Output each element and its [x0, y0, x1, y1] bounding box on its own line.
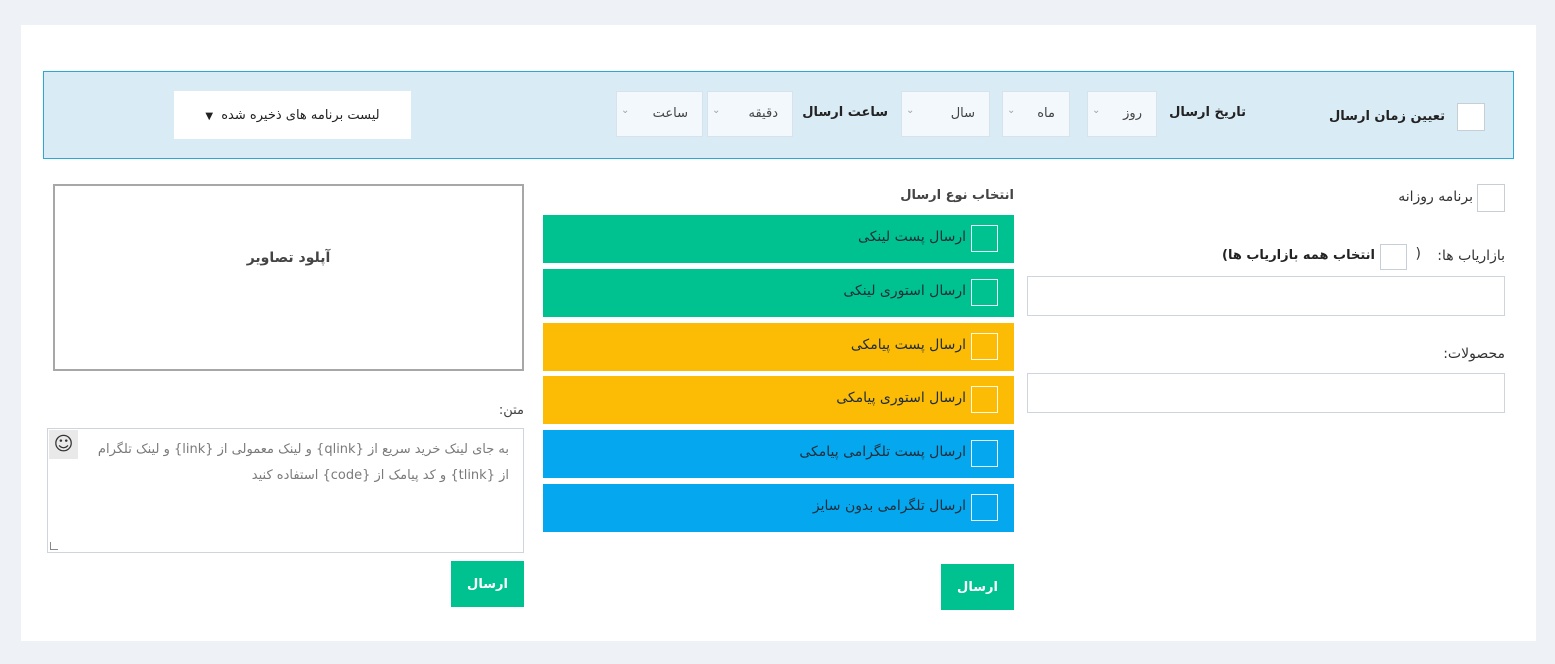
chevron-down-icon: ⌄	[906, 105, 915, 116]
select-all-marketers-label: انتخاب همه بازاریاب ها)	[1222, 248, 1375, 263]
month-select[interactable]: ماه ⌄	[1002, 91, 1070, 137]
send-type-heading: انتخاب نوع ارسال	[900, 188, 1014, 203]
daily-program-checkbox[interactable]	[1477, 184, 1505, 212]
send-button-middle[interactable]: ارسال	[941, 564, 1014, 610]
text-label: متن:	[498, 403, 524, 418]
schedule-toggle-label: تعیین زمان ارسال	[1329, 109, 1445, 124]
option-checkbox[interactable]	[971, 440, 998, 467]
month-select-value: ماه	[1037, 106, 1055, 121]
send-type-option[interactable]: ارسال پست پیامکی	[543, 323, 1014, 371]
send-type-option[interactable]: ارسال استوری لینکی	[543, 269, 1014, 317]
upload-images-label: آپلود تصاویر	[246, 250, 331, 266]
caret-down-icon: ▼	[205, 110, 214, 122]
minute-select-value: دقیقه	[748, 106, 778, 121]
upload-images-dropzone[interactable]: آپلود تصاویر	[53, 184, 524, 371]
option-checkbox[interactable]	[971, 225, 998, 252]
select-all-marketers-checkbox[interactable]	[1380, 244, 1407, 270]
year-select-value: سال	[950, 106, 975, 121]
year-select[interactable]: سال ⌄	[901, 91, 990, 137]
day-select[interactable]: روز ⌄	[1087, 91, 1157, 137]
send-type-option[interactable]: ارسال استوری پیامکی	[543, 376, 1014, 424]
marketers-label: بازاریاب ها:	[1437, 248, 1505, 264]
schedule-toggle-checkbox[interactable]	[1457, 103, 1485, 131]
resize-handle[interactable]	[50, 542, 58, 550]
select-all-paren-open: (	[1415, 246, 1421, 262]
saved-schedules-label: لیست برنامه های ذخیره شده	[221, 107, 380, 123]
option-label: ارسال استوری پیامکی	[836, 390, 966, 406]
day-select-value: روز	[1123, 106, 1142, 121]
message-textarea-wrapper: ☺	[47, 428, 524, 553]
option-checkbox[interactable]	[971, 494, 998, 521]
option-label: ارسال استوری لینکی	[843, 283, 966, 299]
option-label: ارسال پست پیامکی	[850, 337, 966, 353]
marketers-input[interactable]	[1027, 276, 1505, 316]
date-label: تاریخ ارسال	[1169, 105, 1246, 120]
products-input[interactable]	[1027, 373, 1505, 413]
products-label: محصولات:	[1443, 346, 1505, 362]
daily-program-label: برنامه روزانه	[1398, 189, 1473, 205]
option-checkbox[interactable]	[971, 333, 998, 360]
minute-select[interactable]: دقیقه ⌄	[707, 91, 793, 137]
send-type-option[interactable]: ارسال تلگرامی بدون سایز	[543, 484, 1014, 532]
message-textarea[interactable]	[48, 429, 523, 552]
send-type-option[interactable]: ارسال پست تلگرامی پیامکی	[543, 430, 1014, 478]
option-label: ارسال تلگرامی بدون سایز	[812, 498, 966, 514]
chevron-down-icon: ⌄	[712, 105, 721, 116]
send-type-option[interactable]: ارسال پست لینکی	[543, 215, 1014, 263]
chevron-down-icon: ⌄	[1007, 105, 1016, 116]
send-button-left[interactable]: ارسال	[451, 561, 524, 607]
option-checkbox[interactable]	[971, 279, 998, 306]
hour-select-value: ساعت	[652, 106, 688, 121]
option-checkbox[interactable]	[971, 386, 998, 413]
time-label: ساعت ارسال	[802, 105, 888, 120]
saved-schedules-dropdown[interactable]: لیست برنامه های ذخیره شده ▼	[174, 91, 411, 139]
chevron-down-icon: ⌄	[621, 105, 630, 116]
hour-select[interactable]: ساعت ⌄	[616, 91, 703, 137]
smiley-icon[interactable]: ☺	[49, 430, 78, 459]
option-label: ارسال پست تلگرامی پیامکی	[799, 444, 966, 460]
option-label: ارسال پست لینکی	[858, 229, 966, 245]
chevron-down-icon: ⌄	[1092, 105, 1101, 116]
